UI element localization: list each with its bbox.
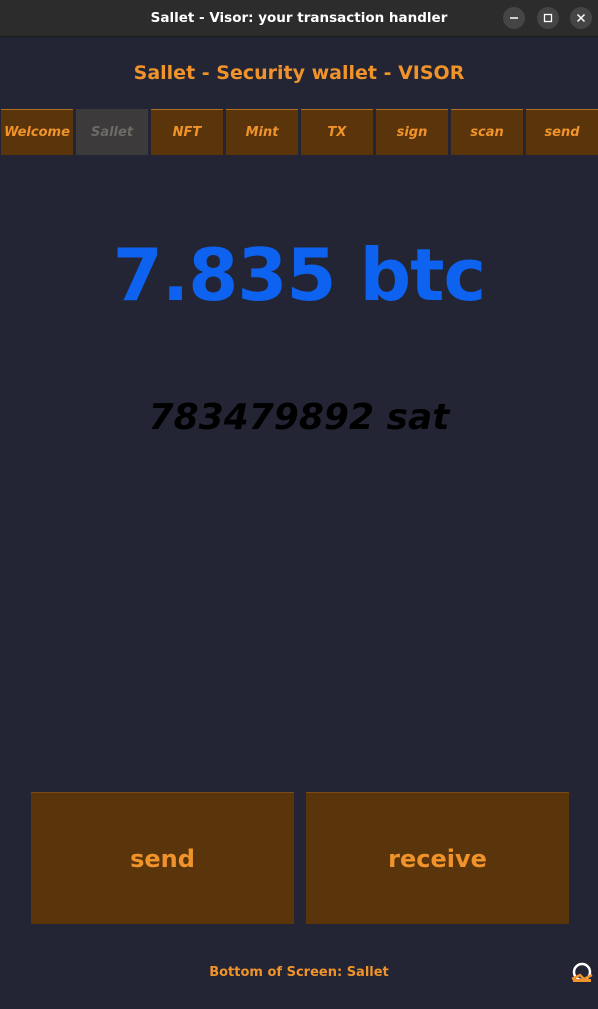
tab-bar: Welcome Sallet NFT Mint TX sign scan sen… [1, 109, 598, 156]
keyboard-toggle-button[interactable] [570, 962, 594, 984]
footer-status: Bottom of Screen: Sallet [209, 965, 389, 980]
minimize-icon [510, 17, 518, 19]
receive-button[interactable]: receive [306, 792, 569, 924]
sat-balance: 783479892 sat [148, 397, 450, 438]
tab-tx[interactable]: TX [301, 109, 373, 155]
minimize-button[interactable] [503, 7, 525, 29]
tab-sign[interactable]: sign [376, 109, 448, 155]
maximize-button[interactable] [537, 7, 559, 29]
tab-mint[interactable]: Mint [226, 109, 298, 155]
keyboard-toggle-icon [571, 962, 593, 982]
close-icon [576, 13, 586, 23]
send-button[interactable]: send [31, 792, 294, 924]
btc-balance: 7.835 btc [112, 233, 486, 317]
window-titlebar[interactable]: Sallet - Visor: your transaction handler [0, 0, 598, 37]
tab-send[interactable]: send [526, 109, 598, 155]
tab-scan[interactable]: scan [451, 109, 523, 155]
maximize-icon [543, 13, 553, 23]
tab-welcome[interactable]: Welcome [1, 109, 73, 155]
tab-nft[interactable]: NFT [151, 109, 223, 155]
close-button[interactable] [570, 7, 592, 29]
tab-sallet[interactable]: Sallet [76, 109, 148, 155]
app-title: Sallet - Security wallet - VISOR [133, 62, 465, 84]
app-window: Sallet - Visor: your transaction handler… [0, 0, 598, 1009]
